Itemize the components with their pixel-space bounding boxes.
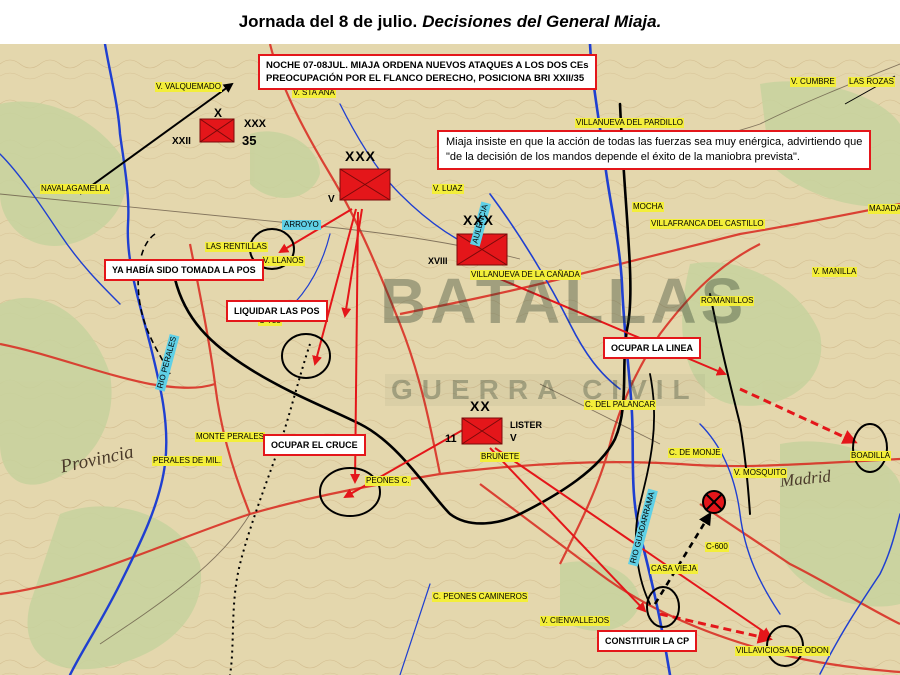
command-post-icon	[702, 490, 726, 514]
corps-xviii-echelon: XXX	[463, 212, 495, 228]
lister-number: 11	[445, 433, 457, 445]
place-label: CASA VIEJA	[650, 564, 698, 574]
place-label: V. LUAZ	[432, 184, 464, 194]
lister-name: LISTER	[510, 420, 543, 430]
place-label: C. PEONES CAMINEROS	[432, 592, 529, 602]
place-label: VILLANUEVA DEL PARDILLO	[575, 118, 685, 128]
callout-miaja-line1: Miaja insiste en que la acción de todas …	[446, 136, 863, 148]
place-label: C. DEL PALANCAR	[584, 400, 657, 410]
place-label: V. CUMBRE	[790, 77, 836, 87]
place-label: VILLAFRANCA DEL CASTILLO	[650, 219, 765, 229]
place-label: V. MOSQUITO	[733, 468, 788, 478]
place-label: PERALES DE MIL.	[152, 456, 223, 466]
battle-map[interactable]: BATALLAS GUERRA CIVIL Provincia Madrid V…	[0, 44, 900, 675]
place-label: PEONES C.	[365, 476, 411, 486]
red-infantry-unit-icon	[456, 233, 508, 266]
callout-miaja: Miaja insiste en que la acción de todas …	[437, 130, 872, 170]
red-infantry-unit-icon	[199, 118, 235, 143]
callout-miaja-line2: "de la decisión de los mandos depende el…	[446, 151, 800, 163]
place-label: LAS RENTILLAS	[205, 242, 268, 252]
river-label: ARROYO	[282, 220, 321, 230]
corps-v-name: V	[328, 194, 335, 205]
watermark-line2: GUERRA CIVIL	[385, 374, 705, 406]
place-label: V. CIENVALLEJOS	[540, 616, 611, 626]
callout-tomada: YA HABÍA SIDO TOMADA LA POS	[104, 259, 264, 281]
callout-preocupacion-text: PREOCUPACIÓN POR EL FLANCO DERECHO, POSI…	[266, 73, 585, 84]
place-label: MOCHA	[632, 202, 664, 212]
callout-ocupar-cruce: OCUPAR EL CRUCE	[263, 434, 366, 456]
place-label: BOADILLA	[850, 451, 892, 461]
place-label: V. MANILLA	[812, 267, 858, 277]
place-label: LAS ROZAS	[848, 77, 895, 87]
corps-v-echelon: XXX	[345, 148, 377, 164]
callout-noche: NOCHE 07-08JUL. MIAJA ORDENA NUEVOS ATAQ…	[258, 54, 597, 90]
place-label: VILLANUEVA DE LA CAÑADA	[470, 270, 581, 280]
callout-ocupar-linea: OCUPAR LA LINEA	[603, 337, 701, 359]
place-label: VILLAVICIOSA DE ODON	[735, 646, 830, 656]
place-label: C-600	[705, 542, 729, 552]
brigade-number: 35	[242, 133, 257, 148]
place-label: V. VALQUEMADO	[155, 82, 222, 92]
brigade-echelon: X	[214, 106, 223, 120]
red-infantry-unit-icon	[461, 417, 503, 445]
lister-corps: V	[510, 433, 517, 444]
place-label: BRUNETE	[480, 452, 521, 462]
place-label: MAJADAHONDA	[868, 204, 900, 214]
place-label: C. DE MONJE	[668, 448, 722, 458]
place-label: ROMANILLOS	[700, 296, 755, 306]
place-label: V. LLANOS	[262, 256, 305, 266]
lister-echelon: XX	[470, 398, 491, 414]
callout-liquidar: LIQUIDAR LAS POS	[226, 300, 328, 322]
map-title-italic: Decisiones del General Miaja.	[422, 12, 662, 31]
callout-noche-text: NOCHE 07-08JUL. MIAJA ORDENA NUEVOS ATAQ…	[266, 60, 589, 71]
map-title-main: Jornada del 8 de julio.	[238, 12, 418, 31]
brigade-name: XXII	[172, 136, 191, 147]
corps-xviii-name: XVIII	[428, 256, 448, 266]
place-label: NAVALAGAMELLA	[40, 184, 111, 194]
brigade-echelon2: XXX	[244, 118, 267, 130]
place-label: MONTE PERALES	[195, 432, 266, 442]
red-infantry-unit-icon	[339, 168, 391, 201]
map-title: Jornada del 8 de julio. Decisiones del G…	[0, 0, 900, 44]
callout-constituir-cp: CONSTITUIR LA CP	[597, 630, 698, 652]
